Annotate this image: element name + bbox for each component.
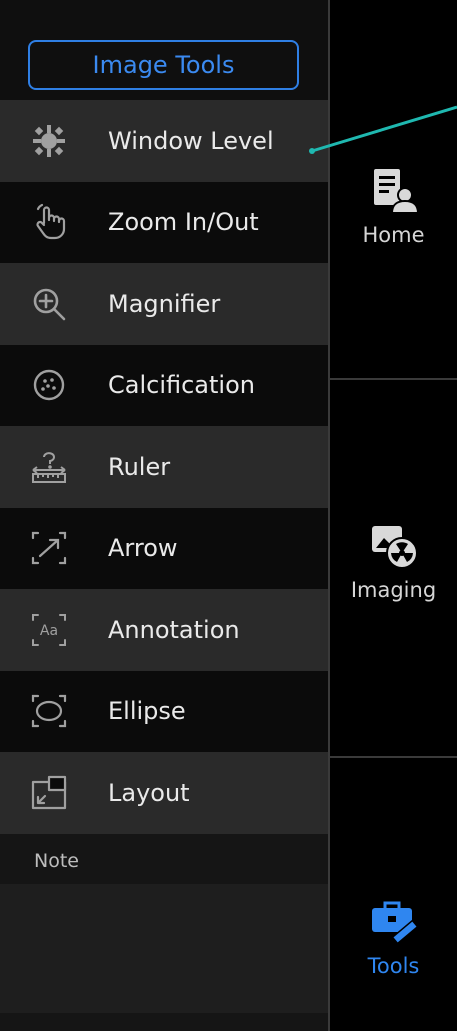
callout-pointer-line <box>309 105 457 154</box>
